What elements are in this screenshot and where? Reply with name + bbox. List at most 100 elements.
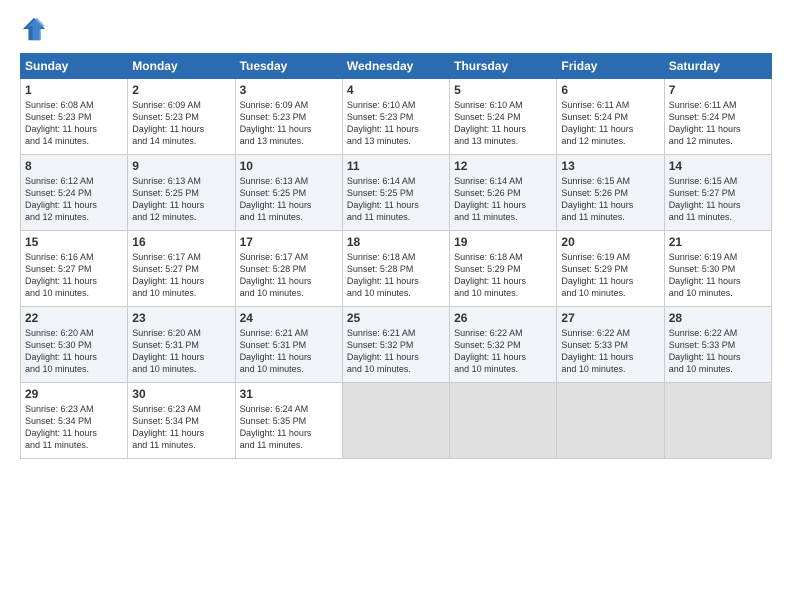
day-number: 30 [132, 387, 230, 401]
day-number: 18 [347, 235, 445, 249]
day-number: 23 [132, 311, 230, 325]
day-number: 1 [25, 83, 123, 97]
day-info: Sunrise: 6:22 AM Sunset: 5:33 PM Dayligh… [669, 327, 767, 376]
cell-w4-d2: 23 Sunrise: 6:20 AM Sunset: 5:31 PM Dayli… [128, 307, 235, 383]
col-header-saturday: Saturday [664, 54, 771, 79]
day-number: 6 [561, 83, 659, 97]
day-number: 3 [240, 83, 338, 97]
day-info: Sunrise: 6:22 AM Sunset: 5:33 PM Dayligh… [561, 327, 659, 376]
day-number: 31 [240, 387, 338, 401]
cell-w5-d3: 31 Sunrise: 6:24 AM Sunset: 5:35 PM Dayli… [235, 383, 342, 459]
logo-icon [20, 15, 48, 43]
day-info: Sunrise: 6:20 AM Sunset: 5:30 PM Dayligh… [25, 327, 123, 376]
day-number: 22 [25, 311, 123, 325]
cell-w4-d5: 26 Sunrise: 6:22 AM Sunset: 5:32 PM Dayli… [450, 307, 557, 383]
cell-w3-d1: 15 Sunrise: 6:16 AM Sunset: 5:27 PM Dayli… [21, 231, 128, 307]
day-number: 15 [25, 235, 123, 249]
cell-w4-d3: 24 Sunrise: 6:21 AM Sunset: 5:31 PM Dayli… [235, 307, 342, 383]
week-row-2: 8 Sunrise: 6:12 AM Sunset: 5:24 PM Daylig… [21, 155, 772, 231]
day-number: 17 [240, 235, 338, 249]
day-info: Sunrise: 6:12 AM Sunset: 5:24 PM Dayligh… [25, 175, 123, 224]
day-info: Sunrise: 6:24 AM Sunset: 5:35 PM Dayligh… [240, 403, 338, 452]
day-number: 9 [132, 159, 230, 173]
day-number: 11 [347, 159, 445, 173]
header-row: SundayMondayTuesdayWednesdayThursdayFrid… [21, 54, 772, 79]
cell-w1-d5: 5 Sunrise: 6:10 AM Sunset: 5:24 PM Daylig… [450, 79, 557, 155]
day-number: 14 [669, 159, 767, 173]
day-number: 19 [454, 235, 552, 249]
cell-w5-d6 [557, 383, 664, 459]
day-number: 21 [669, 235, 767, 249]
day-number: 5 [454, 83, 552, 97]
cell-w2-d7: 14Sunrise: 6:15 AM Sunset: 5:27 PM Dayli… [664, 155, 771, 231]
day-info: Sunrise: 6:11 AM Sunset: 5:24 PM Dayligh… [669, 99, 767, 148]
cell-w5-d7 [664, 383, 771, 459]
cell-w1-d2: 2 Sunrise: 6:09 AM Sunset: 5:23 PM Daylig… [128, 79, 235, 155]
cell-w1-d1: 1 Sunrise: 6:08 AM Sunset: 5:23 PM Daylig… [21, 79, 128, 155]
cell-w3-d5: 19 Sunrise: 6:18 AM Sunset: 5:29 PM Dayli… [450, 231, 557, 307]
day-number: 20 [561, 235, 659, 249]
day-number: 12 [454, 159, 552, 173]
cell-w4-d6: 27 Sunrise: 6:22 AM Sunset: 5:33 PM Dayli… [557, 307, 664, 383]
day-number: 2 [132, 83, 230, 97]
week-row-4: 22 Sunrise: 6:20 AM Sunset: 5:30 PM Dayli… [21, 307, 772, 383]
cell-w3-d6: 20 Sunrise: 6:19 AM Sunset: 5:29 PM Dayli… [557, 231, 664, 307]
day-number: 8 [25, 159, 123, 173]
col-header-monday: Monday [128, 54, 235, 79]
page: SundayMondayTuesdayWednesdayThursdayFrid… [0, 0, 792, 612]
day-number: 24 [240, 311, 338, 325]
cell-w2-d6: 13 Sunrise: 6:15 AM Sunset: 5:26 PM Dayli… [557, 155, 664, 231]
col-header-wednesday: Wednesday [342, 54, 449, 79]
week-row-3: 15 Sunrise: 6:16 AM Sunset: 5:27 PM Dayli… [21, 231, 772, 307]
day-info: Sunrise: 6:21 AM Sunset: 5:32 PM Dayligh… [347, 327, 445, 376]
col-header-sunday: Sunday [21, 54, 128, 79]
day-info: Sunrise: 6:11 AM Sunset: 5:24 PM Dayligh… [561, 99, 659, 148]
day-info: Sunrise: 6:19 AM Sunset: 5:29 PM Dayligh… [561, 251, 659, 300]
logo [20, 15, 52, 43]
day-info: Sunrise: 6:19 AM Sunset: 5:30 PM Dayligh… [669, 251, 767, 300]
day-number: 25 [347, 311, 445, 325]
day-info: Sunrise: 6:21 AM Sunset: 5:31 PM Dayligh… [240, 327, 338, 376]
cell-w5-d2: 30 Sunrise: 6:23 AM Sunset: 5:34 PM Dayli… [128, 383, 235, 459]
day-number: 13 [561, 159, 659, 173]
cell-w4-d7: 28 Sunrise: 6:22 AM Sunset: 5:33 PM Dayli… [664, 307, 771, 383]
cell-w3-d2: 16 Sunrise: 6:17 AM Sunset: 5:27 PM Dayli… [128, 231, 235, 307]
day-info: Sunrise: 6:08 AM Sunset: 5:23 PM Dayligh… [25, 99, 123, 148]
day-info: Sunrise: 6:17 AM Sunset: 5:27 PM Dayligh… [132, 251, 230, 300]
day-info: Sunrise: 6:14 AM Sunset: 5:25 PM Dayligh… [347, 175, 445, 224]
cell-w3-d3: 17 Sunrise: 6:17 AM Sunset: 5:28 PM Dayli… [235, 231, 342, 307]
day-info: Sunrise: 6:22 AM Sunset: 5:32 PM Dayligh… [454, 327, 552, 376]
day-info: Sunrise: 6:09 AM Sunset: 5:23 PM Dayligh… [132, 99, 230, 148]
week-row-5: 29Sunrise: 6:23 AM Sunset: 5:34 PM Dayli… [21, 383, 772, 459]
day-info: Sunrise: 6:23 AM Sunset: 5:34 PM Dayligh… [132, 403, 230, 452]
day-info: Sunrise: 6:17 AM Sunset: 5:28 PM Dayligh… [240, 251, 338, 300]
day-info: Sunrise: 6:13 AM Sunset: 5:25 PM Dayligh… [132, 175, 230, 224]
day-info: Sunrise: 6:14 AM Sunset: 5:26 PM Dayligh… [454, 175, 552, 224]
day-number: 27 [561, 311, 659, 325]
calendar-table: SundayMondayTuesdayWednesdayThursdayFrid… [20, 53, 772, 459]
day-number: 26 [454, 311, 552, 325]
header [20, 15, 772, 43]
col-header-thursday: Thursday [450, 54, 557, 79]
cell-w3-d7: 21 Sunrise: 6:19 AM Sunset: 5:30 PM Dayli… [664, 231, 771, 307]
day-info: Sunrise: 6:16 AM Sunset: 5:27 PM Dayligh… [25, 251, 123, 300]
col-header-friday: Friday [557, 54, 664, 79]
day-number: 16 [132, 235, 230, 249]
cell-w1-d4: 4Sunrise: 6:10 AM Sunset: 5:23 PM Daylig… [342, 79, 449, 155]
day-number: 7 [669, 83, 767, 97]
day-number: 28 [669, 311, 767, 325]
day-info: Sunrise: 6:18 AM Sunset: 5:29 PM Dayligh… [454, 251, 552, 300]
day-info: Sunrise: 6:09 AM Sunset: 5:23 PM Dayligh… [240, 99, 338, 148]
cell-w2-d4: 11 Sunrise: 6:14 AM Sunset: 5:25 PM Dayli… [342, 155, 449, 231]
cell-w3-d4: 18Sunrise: 6:18 AM Sunset: 5:28 PM Dayli… [342, 231, 449, 307]
cell-w1-d3: 3 Sunrise: 6:09 AM Sunset: 5:23 PM Daylig… [235, 79, 342, 155]
day-info: Sunrise: 6:23 AM Sunset: 5:34 PM Dayligh… [25, 403, 123, 452]
day-info: Sunrise: 6:20 AM Sunset: 5:31 PM Dayligh… [132, 327, 230, 376]
day-info: Sunrise: 6:10 AM Sunset: 5:24 PM Dayligh… [454, 99, 552, 148]
day-info: Sunrise: 6:13 AM Sunset: 5:25 PM Dayligh… [240, 175, 338, 224]
cell-w2-d3: 10Sunrise: 6:13 AM Sunset: 5:25 PM Dayli… [235, 155, 342, 231]
col-header-tuesday: Tuesday [235, 54, 342, 79]
cell-w5-d5 [450, 383, 557, 459]
day-info: Sunrise: 6:15 AM Sunset: 5:26 PM Dayligh… [561, 175, 659, 224]
cell-w5-d1: 29Sunrise: 6:23 AM Sunset: 5:34 PM Dayli… [21, 383, 128, 459]
